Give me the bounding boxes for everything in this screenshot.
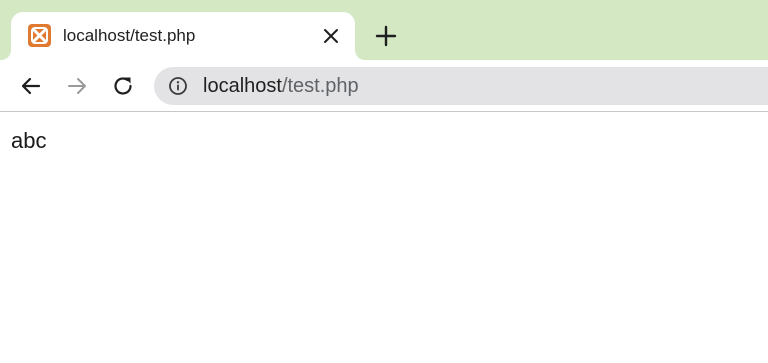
back-arrow-icon[interactable]: [19, 74, 43, 98]
forward-arrow-icon[interactable]: [65, 74, 89, 98]
reload-icon[interactable]: [111, 74, 135, 98]
page-body-text: abc: [11, 128, 47, 153]
url-host: localhost: [203, 75, 282, 97]
active-tab[interactable]: localhost/test.php: [11, 12, 355, 60]
tab-strip: localhost/test.php: [0, 0, 768, 60]
address-bar[interactable]: localhost/test.php: [154, 67, 768, 105]
url-path: /test.php: [281, 75, 359, 97]
plus-icon[interactable]: [374, 24, 398, 48]
address-url[interactable]: localhost/test.php: [203, 75, 359, 98]
tab-title: localhost/test.php: [63, 26, 196, 45]
browser-toolbar: localhost/test.php: [0, 60, 768, 111]
xampp-icon: [28, 24, 51, 47]
toolbar-divider: [0, 111, 768, 112]
close-icon[interactable]: [321, 26, 341, 46]
info-icon[interactable]: [168, 76, 188, 96]
